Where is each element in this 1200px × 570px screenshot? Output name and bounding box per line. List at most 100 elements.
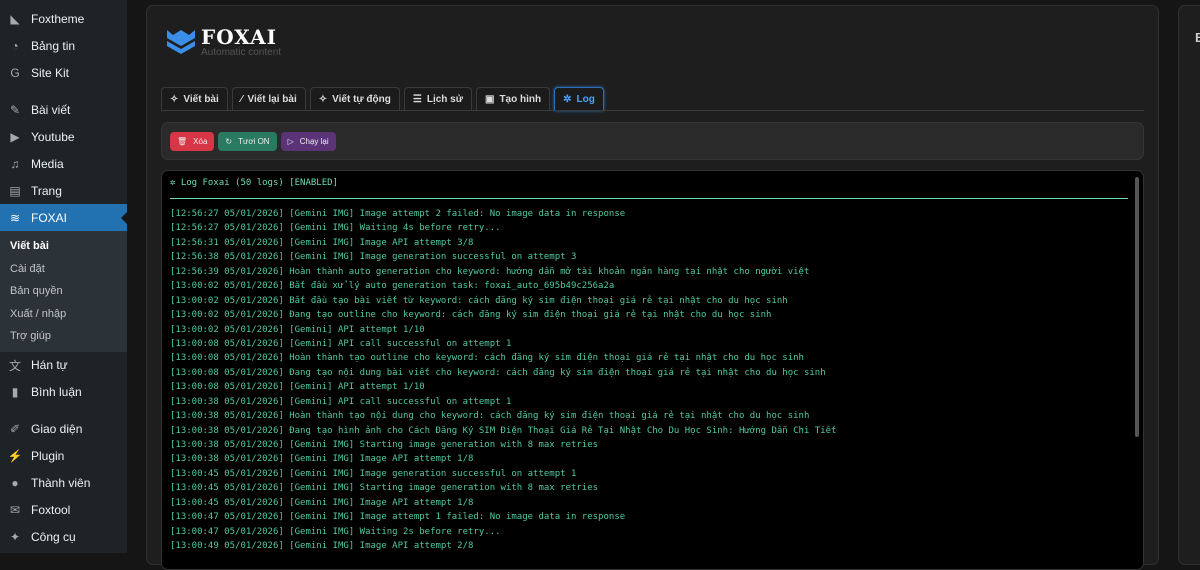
log-lines: [12:56:27 05/01/2026] [Gemini IMG] Image… <box>170 207 836 554</box>
sidebar-item-label: Youtube <box>31 129 75 144</box>
log-line: [13:00:08 05/01/2026] Đang tạo nội dung … <box>170 367 826 378</box>
sidebar-item-label: FOXAI <box>31 210 68 225</box>
play-icon: ▷ <box>287 136 294 146</box>
log-line: [12:56:31 05/01/2026] [Gemini IMG] Image… <box>170 237 474 248</box>
tab-label: Viết bài <box>183 94 219 105</box>
sidebar-item-youtube[interactable]: ▶ Youtube <box>0 123 127 150</box>
submenu-item[interactable]: Bản quyền <box>0 280 127 303</box>
sidebar-item-công-cụ[interactable]: ✦ Công cụ <box>0 524 127 551</box>
submenu-item[interactable]: Viết bài <box>0 235 127 258</box>
youtube-icon: ▶ <box>10 129 20 144</box>
brand-name: FOXAI <box>201 25 277 49</box>
refresh-toggle-button[interactable]: ↻ Tươi ON <box>218 131 277 151</box>
tab-tao-hinh[interactable]: ▣ Tạo hình <box>475 87 551 111</box>
tab-log[interactable]: ✲ Log <box>554 87 604 111</box>
sidebar-item-label: Site Kit <box>31 65 70 80</box>
log-line: [13:00:08 05/01/2026] Hoàn thành tạo out… <box>170 353 804 364</box>
tab-label: Viết tự động <box>332 94 391 105</box>
log-line: [12:56:38 05/01/2026] [Gemini IMG] Image… <box>170 252 577 263</box>
sparkle-icon: ✧ <box>318 94 328 105</box>
sidebar-item-label: Foxtheme <box>31 11 85 26</box>
sidebar-item-label: Thành viên <box>31 476 91 490</box>
delete-label: Xóa <box>193 136 208 146</box>
tab-bar: ✧ Viết bài ⁄ Viết lại bài ✧ Viết tự động ☰ L… <box>161 87 604 111</box>
fox-icon: ◣ <box>10 11 20 26</box>
log-toolbar: 🗑 Xóa ↻ Tươi ON ▷ Chạy lại <box>161 122 1144 160</box>
sidebar-item-foxai[interactable]: ≋ FOXAI <box>0 204 127 231</box>
log-line: [13:00:38 05/01/2026] [Gemini IMG] Start… <box>170 440 599 450</box>
dashboard-icon: ◔ <box>11 38 19 53</box>
submenu-item[interactable]: Cài đặt <box>0 258 127 281</box>
sidebar-item-label: Plugin <box>31 449 65 463</box>
sidebar-item-hán-tự[interactable]: 文 Hán tự <box>0 352 127 379</box>
log-console[interactable]: ✲ Log Foxai (50 logs) [ENABLED] [12:56:2… <box>161 170 1144 570</box>
page-icon: ▤ <box>9 183 21 198</box>
log-line: [13:00:47 05/01/2026] [Gemini IMG] Image… <box>170 512 626 523</box>
translate-icon: 文 <box>8 358 21 373</box>
foxai-logo-icon <box>167 30 195 54</box>
log-line: [13:00:38 05/01/2026] Hoàn thành tạo nội… <box>170 411 810 422</box>
sidebar-item-label: Công cụ <box>31 530 76 544</box>
tab-divider <box>161 110 1144 111</box>
sidebar-item-trang[interactable]: ▤ Trang <box>0 177 127 204</box>
brand-tagline: Automatic content <box>201 47 282 58</box>
log-line: [13:00:08 05/01/2026] [Gemini] API call … <box>170 338 512 349</box>
plugin-icon: ⚡ <box>7 449 23 463</box>
log-scrollbar[interactable] <box>1135 177 1139 437</box>
sidebar-item-media[interactable]: ♫ Media <box>0 150 127 177</box>
log-line: [13:00:38 05/01/2026] Đang tạo hình ảnh … <box>170 425 837 436</box>
sidebar-item-label: Trang <box>31 183 62 198</box>
media-icon: ♫ <box>10 156 20 171</box>
log-line: [13:00:47 05/01/2026] [Gemini IMG] Waiti… <box>170 526 501 537</box>
sidebar-item-label: Hán tự <box>31 358 68 372</box>
sidebar-item-label: Giao diện <box>31 422 83 436</box>
sidebar-item-bài-viết[interactable]: ✎ Bài viết <box>0 96 127 123</box>
sidebar-item-thành-viên[interactable]: ● Thành viên <box>0 470 127 497</box>
log-line: [12:56:27 05/01/2026] [Gemini IMG] Waiti… <box>170 223 501 234</box>
trash-icon: 🗑 <box>177 136 188 146</box>
submenu-item[interactable]: Xuất / nhập <box>0 303 127 326</box>
log-line: [13:00:02 05/01/2026] [Gemini] API attem… <box>170 324 425 335</box>
log-line: [13:00:45 05/01/2026] [Gemini IMG] Image… <box>170 468 577 479</box>
sidebar-item-foxtheme[interactable]: ◣ Foxtheme <box>0 5 127 32</box>
refresh-label: Tươi ON <box>238 136 270 146</box>
magic-wand-icon: ⁄ <box>240 94 243 105</box>
log-line: [13:00:45 05/01/2026] [Gemini IMG] Image… <box>170 497 474 508</box>
log-line: [13:00:02 05/01/2026] Đang tạo outline c… <box>170 310 772 321</box>
bug-icon: ✲ <box>563 94 572 105</box>
sidebar-item-bảng-tin[interactable]: ◔ Bảng tin <box>0 32 127 59</box>
log-line: [13:00:02 05/01/2026] Bắt đầu tạo bài vi… <box>170 295 788 306</box>
tab-label: Lịch sử <box>426 94 463 105</box>
log-line: [13:00:45 05/01/2026] [Gemini IMG] Start… <box>170 483 599 494</box>
tab-viet-lai-bai[interactable]: ⁄ Viết lại bài <box>231 87 306 111</box>
foxai-submenu: Viết bài Cài đặt Bản quyền Xuất / nhập Trợ g… <box>0 231 127 352</box>
user-icon: ● <box>11 476 19 490</box>
delete-button[interactable]: 🗑 Xóa <box>170 131 215 151</box>
rerun-button[interactable]: ▷ Chạy lại <box>280 131 336 151</box>
tab-viet-bai[interactable]: ✧ Viết bài <box>161 87 228 111</box>
foxai-logo: FOXAI Automatic content <box>165 26 281 58</box>
admin-sidebar: ◣ Foxtheme ◔ Bảng tin G Site Kit ✎ Bài viết ▶ You… <box>0 0 127 553</box>
sidebar-item-label: Foxtool <box>31 503 71 517</box>
sidebar-item-bình-luận[interactable]: ▮ Bình luận <box>0 379 127 406</box>
brush-icon: ✐ <box>9 422 21 436</box>
submenu-item[interactable]: Trợ giúp <box>0 325 127 348</box>
sidebar-item-plugin[interactable]: ⚡ Plugin <box>0 443 127 470</box>
sidebar-item-site-kit[interactable]: G Site Kit <box>0 59 127 86</box>
image-icon: ▣ <box>484 94 495 105</box>
sidebar-item-giao-diện[interactable]: ✐ Giao diện <box>0 416 127 443</box>
log-line: [13:00:49 05/01/2026] [Gemini IMG] Image… <box>170 541 474 552</box>
foxai-icon: ≋ <box>9 210 21 225</box>
right-panel: B <box>1178 5 1200 565</box>
tab-label: Tạo hình <box>499 94 542 105</box>
google-icon: G <box>10 65 20 80</box>
tab-lich-su[interactable]: ☰ Lịch sử <box>403 87 472 111</box>
log-line: [13:00:08 05/01/2026] [Gemini] API attem… <box>170 382 425 393</box>
tab-label: Log <box>576 94 595 105</box>
pin-icon: ✎ <box>9 102 21 117</box>
log-header-text: Log Foxai (50 logs) [ENABLED] <box>180 178 338 188</box>
tab-viet-tu-dong[interactable]: ✧ Viết tự động <box>309 87 400 111</box>
log-line: [12:56:27 05/01/2026] [Gemini IMG] Image… <box>170 209 626 219</box>
comment-icon: ▮ <box>11 385 19 399</box>
sidebar-item-foxtool[interactable]: ✉ Foxtool <box>0 497 127 524</box>
